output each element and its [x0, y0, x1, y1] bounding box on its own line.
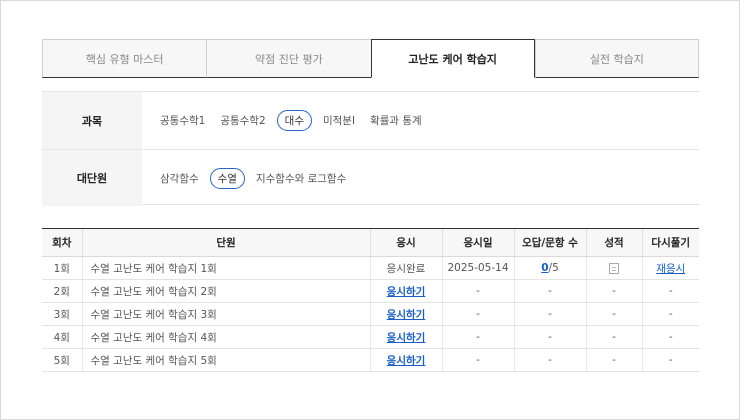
- take-test-link[interactable]: 응시하기: [387, 286, 426, 298]
- retry-cell: 재응시: [641, 256, 699, 280]
- date-cell: -: [441, 325, 514, 349]
- unit-options: 삼각함수 수열 지수함수와 로그함수: [142, 150, 699, 206]
- header-retry: 다시풀기: [641, 228, 699, 257]
- round-cell: 2회: [42, 279, 82, 303]
- report-icon[interactable]: [609, 262, 619, 274]
- unit-option-sequence[interactable]: 수열: [209, 167, 245, 189]
- tab-weakness-diagnosis[interactable]: 약점 진단 평가: [206, 39, 371, 78]
- table-row: 3회 수열 고난도 케어 학습지 3회 응시하기 - - - -: [42, 302, 699, 326]
- total-count: /5: [548, 262, 559, 274]
- subject-option-common-math2[interactable]: 공통수학2: [216, 110, 269, 131]
- unit-filter-label: 대단원: [42, 150, 142, 206]
- filter-panel: 과목 공통수학1 공통수학2 대수 미적분I 확률과 통계 대단원 삼각함수 수…: [42, 91, 699, 206]
- take-cell: 응시하기: [369, 348, 442, 372]
- unit-option-exp-log[interactable]: 지수함수와 로그함수: [252, 168, 350, 189]
- tab-advanced-care-worksheet[interactable]: 고난도 케어 학습지: [370, 39, 535, 78]
- wrong-count-cell: -: [513, 348, 586, 372]
- subject-option-algebra[interactable]: 대수: [276, 110, 312, 131]
- table-row: 2회 수열 고난도 케어 학습지 2회 응시하기 - - - -: [42, 279, 699, 303]
- take-status: 응시완료: [369, 256, 442, 280]
- unit-cell: 수열 고난도 케어 학습지 5회: [81, 348, 370, 372]
- date-cell: -: [441, 302, 514, 326]
- table-row: 4회 수열 고난도 케어 학습지 4회 응시하기 - - - -: [42, 325, 699, 349]
- unit-cell: 수열 고난도 케어 학습지 3회: [81, 302, 370, 326]
- round-cell: 4회: [42, 325, 82, 349]
- take-cell: 응시하기: [369, 302, 442, 326]
- grade-cell: -: [585, 348, 642, 372]
- subject-option-probability-statistics[interactable]: 확률과 통계: [366, 110, 426, 131]
- wrong-count-cell: -: [513, 279, 586, 303]
- wrong-count-cell: -: [513, 302, 586, 326]
- unit-cell: 수열 고난도 케어 학습지 1회: [81, 256, 370, 280]
- header-grade: 성적: [585, 228, 642, 257]
- table-row: 1회 수열 고난도 케어 학습지 1회 응시완료 2025-05-14 0/5 …: [42, 256, 699, 280]
- subject-option-calculus1[interactable]: 미적분I: [319, 110, 359, 131]
- retry-cell: -: [641, 348, 699, 372]
- unit-cell: 수열 고난도 케어 학습지 4회: [81, 325, 370, 349]
- round-cell: 1회: [42, 256, 82, 280]
- grade-cell: -: [585, 325, 642, 349]
- retry-cell: -: [641, 325, 699, 349]
- header-take: 응시: [369, 228, 442, 257]
- unit-option-trigonometric[interactable]: 삼각함수: [156, 168, 203, 189]
- subject-filter-row: 과목 공통수학1 공통수학2 대수 미적분I 확률과 통계: [42, 92, 699, 149]
- header-wrong-count: 오답/문항 수: [513, 228, 586, 257]
- wrong-count-cell: -: [513, 325, 586, 349]
- retake-link[interactable]: 재응시: [656, 263, 685, 275]
- subject-filter-label: 과목: [42, 92, 142, 149]
- grade-cell: -: [585, 302, 642, 326]
- header-unit: 단원: [81, 228, 370, 257]
- subject-options: 공통수학1 공통수학2 대수 미적분I 확률과 통계: [142, 92, 699, 149]
- date-cell: 2025-05-14: [441, 256, 514, 280]
- header-round: 회차: [42, 228, 82, 257]
- date-cell: -: [441, 279, 514, 303]
- wrong-count-cell: 0/5: [513, 256, 586, 280]
- retry-cell: -: [641, 302, 699, 326]
- grade-cell: [585, 256, 642, 280]
- retry-cell: -: [641, 279, 699, 303]
- tab-practice-worksheet[interactable]: 실전 학습지: [534, 39, 699, 78]
- unit-filter-row: 대단원 삼각함수 수열 지수함수와 로그함수: [42, 149, 699, 206]
- date-cell: -: [441, 348, 514, 372]
- tab-bar: 핵심 유형 마스터 약점 진단 평가 고난도 케어 학습지 실전 학습지: [42, 39, 699, 78]
- take-test-link[interactable]: 응시하기: [387, 309, 426, 321]
- header-date: 응시일: [441, 228, 514, 257]
- tab-core-type-master[interactable]: 핵심 유형 마스터: [42, 39, 207, 78]
- table-header-row: 회차 단원 응시 응시일 오답/문항 수 성적 다시풀기: [42, 228, 699, 257]
- subject-option-common-math1[interactable]: 공통수학1: [156, 110, 209, 131]
- take-cell: 응시하기: [369, 325, 442, 349]
- take-cell: 응시하기: [369, 279, 442, 303]
- take-test-link[interactable]: 응시하기: [387, 355, 426, 367]
- wrong-count-link[interactable]: 0: [541, 262, 548, 274]
- take-test-link[interactable]: 응시하기: [387, 332, 426, 344]
- unit-cell: 수열 고난도 케어 학습지 2회: [81, 279, 370, 303]
- round-cell: 5회: [42, 348, 82, 372]
- round-cell: 3회: [42, 302, 82, 326]
- table-row: 5회 수열 고난도 케어 학습지 5회 응시하기 - - - -: [42, 348, 699, 372]
- grade-cell: -: [585, 279, 642, 303]
- worksheet-table: 회차 단원 응시 응시일 오답/문항 수 성적 다시풀기 1회 수열 고난도 케…: [42, 228, 699, 372]
